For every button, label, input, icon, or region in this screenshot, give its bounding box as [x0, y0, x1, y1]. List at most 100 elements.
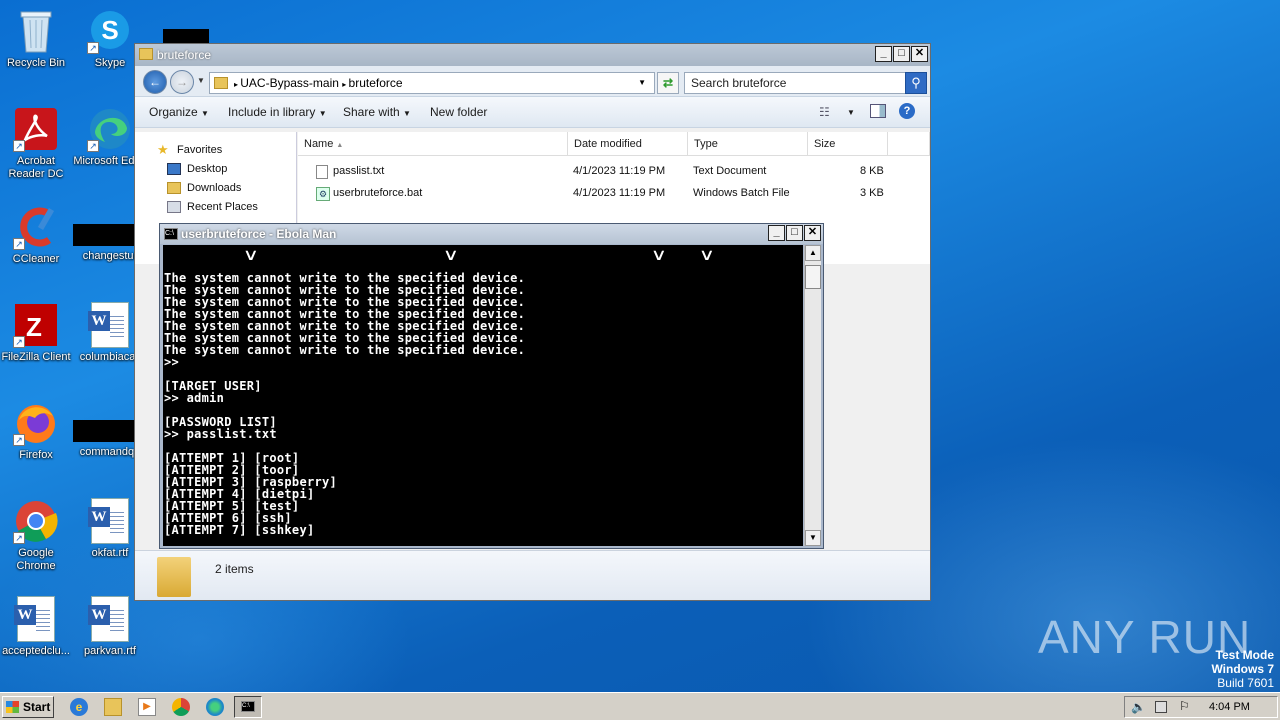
maximize-button[interactable]: □ — [893, 46, 910, 62]
file-explorer-icon[interactable] — [104, 698, 122, 716]
column-header-type[interactable]: Type — [688, 132, 808, 156]
nav-recent-label: Recent Places — [187, 201, 258, 213]
console-close-button[interactable]: ✕ — [804, 225, 821, 241]
new-folder-button[interactable]: New folder — [430, 105, 487, 119]
file-type: Windows Batch File — [693, 187, 790, 199]
nav-favorites[interactable]: ★ Favorites — [157, 142, 222, 157]
close-button[interactable]: ✕ — [911, 46, 928, 62]
acrobat-desktop-icon[interactable]: ↗ Acrobat Reader DC — [0, 106, 74, 181]
console-maximize-button[interactable]: □ — [786, 225, 803, 241]
address-dropdown-icon[interactable]: ▼ — [638, 73, 646, 93]
console-icon: C:\ — [241, 701, 255, 712]
scroll-down-icon[interactable]: ▼ — [805, 530, 821, 546]
edge-taskbar-icon[interactable] — [206, 698, 224, 716]
include-label: Include in library — [228, 105, 316, 119]
nav-desktop[interactable]: Desktop — [167, 163, 228, 175]
console-line: >> passlist.txt — [164, 427, 277, 441]
column-header-date[interactable]: Date modified — [568, 132, 688, 156]
build-line: Build 7601 — [1217, 676, 1274, 690]
shortcut-arrow-icon: ↗ — [13, 238, 25, 250]
breadcrumb-item[interactable]: UAC-Bypass-main — [240, 76, 339, 90]
search-input[interactable]: Search bruteforce — [684, 72, 906, 94]
nav-downloads[interactable]: Downloads — [167, 182, 241, 194]
console-minimize-button[interactable]: _ — [768, 225, 785, 241]
console-line: >> — [164, 355, 180, 369]
file-date: 4/1/2023 11:19 PM — [573, 165, 666, 177]
taskbar-clock[interactable]: 4:04 PM — [1209, 701, 1250, 713]
word-document-icon: W — [88, 596, 129, 642]
shortcut-arrow-icon: ↗ — [87, 140, 99, 152]
network-icon[interactable] — [1155, 701, 1167, 713]
scroll-thumb[interactable] — [805, 265, 821, 289]
recycle-bin-desktop-icon[interactable]: Recycle Bin — [0, 8, 74, 70]
explorer-titlebar[interactable]: bruteforce _ □ ✕ — [135, 44, 930, 66]
include-in-library-button[interactable]: Include in library ▼ — [228, 105, 327, 119]
column-header-size[interactable]: Size — [808, 132, 888, 156]
system-tray: 🔈 ⚐ 4:04 PM — [1124, 696, 1278, 718]
internet-explorer-icon[interactable]: e — [70, 698, 88, 716]
console-output-area[interactable]: ∨ ∨ ∨ ∨ The system cannot write to the s… — [163, 245, 803, 546]
forward-button[interactable]: → — [170, 70, 194, 94]
item-count: 2 items — [215, 562, 254, 576]
nav-desktop-label: Desktop — [187, 163, 228, 175]
column-name-label: Name — [304, 138, 334, 150]
media-player-icon[interactable]: ▶ — [138, 698, 156, 716]
windows-logo-icon — [6, 701, 19, 713]
console-window[interactable]: C:\ userbruteforce - Ebola Man _ □ ✕ ∨ ∨… — [159, 223, 824, 549]
firefox-icon: ↗ — [13, 400, 59, 446]
desktop-icon-label: CCleaner — [12, 253, 60, 265]
file-row[interactable]: ⚙ userbruteforce.bat 4/1/2023 11:19 PM W… — [298, 184, 930, 204]
test-mode-notice: Test Mode Windows 7 Build 7601 — [1211, 648, 1274, 690]
organize-label: Organize — [149, 105, 198, 119]
scroll-up-icon[interactable]: ▲ — [805, 245, 821, 261]
firefox-desktop-icon[interactable]: ↗ Firefox — [0, 400, 74, 462]
ccleaner-icon: ↗ — [13, 204, 59, 250]
console-taskbar-button[interactable]: C:\ — [234, 696, 262, 718]
view-options-icon[interactable]: ☷ — [819, 105, 830, 119]
desktop-icon-label: Acrobat Reader DC — [8, 155, 64, 180]
back-button[interactable]: ← — [143, 70, 167, 94]
filezilla-desktop-icon[interactable]: Z ↗ FileZilla Client — [0, 302, 74, 364]
minimize-button[interactable]: _ — [875, 46, 892, 62]
refresh-button[interactable]: ⇄ — [657, 72, 679, 94]
console-titlebar[interactable]: C:\ userbruteforce - Ebola Man _ □ ✕ — [160, 224, 823, 244]
chrome-icon: ↗ — [13, 498, 59, 544]
folder-icon — [214, 77, 228, 89]
chrome-taskbar-icon[interactable] — [172, 698, 190, 716]
chevron-down-icon: ∨ — [698, 245, 716, 264]
address-field[interactable]: ▸ UAC-Bypass-main ▸ bruteforce ▼ — [209, 72, 655, 94]
breadcrumb-item[interactable]: bruteforce — [349, 76, 403, 90]
file-row[interactable]: passlist.txt 4/1/2023 11:19 PM Text Docu… — [298, 162, 930, 182]
folder-icon — [139, 48, 153, 60]
search-icon[interactable]: ⚲ — [905, 72, 927, 94]
chevron-down-icon: ∨ — [442, 245, 460, 264]
svg-text:Z: Z — [26, 312, 42, 342]
parkvan-desktop-icon[interactable]: W parkvan.rtf — [72, 596, 148, 658]
history-dropdown-icon[interactable]: ▼ — [197, 76, 205, 85]
share-with-button[interactable]: Share with ▼ — [343, 105, 411, 119]
help-icon[interactable]: ? — [899, 103, 915, 119]
column-header-name[interactable]: Name ▲ — [298, 132, 568, 156]
start-button[interactable]: Start — [2, 696, 54, 718]
console-scrollbar[interactable]: ▲ ▼ — [804, 245, 821, 546]
view-dropdown-icon[interactable]: ▼ — [847, 108, 855, 117]
console-line: >> admin — [164, 391, 225, 405]
action-center-flag-icon[interactable]: ⚐ — [1179, 699, 1190, 713]
recent-places-icon — [167, 201, 181, 213]
file-size: 3 KB — [860, 187, 884, 199]
downloads-icon — [167, 182, 181, 194]
test-mode-line: Test Mode — [1215, 648, 1274, 662]
chevron-down-icon: ∨ — [650, 245, 668, 264]
chrome-desktop-icon[interactable]: ↗ Google Chrome — [0, 498, 74, 573]
console-text: The system cannot write to the specified… — [164, 272, 525, 536]
preview-pane-icon[interactable] — [870, 104, 886, 118]
acceptedclu-desktop-icon[interactable]: W acceptedclu... — [0, 596, 74, 658]
ccleaner-desktop-icon[interactable]: ↗ CCleaner — [0, 204, 74, 266]
organize-button[interactable]: Organize ▼ — [149, 105, 209, 119]
edge-icon: ↗ — [87, 106, 133, 152]
nav-recent-places[interactable]: Recent Places — [167, 201, 258, 213]
folder-icon — [157, 557, 191, 597]
shortcut-arrow-icon: ↗ — [13, 532, 25, 544]
column-header-extra[interactable] — [888, 132, 930, 156]
volume-icon[interactable]: 🔈 — [1131, 700, 1146, 714]
